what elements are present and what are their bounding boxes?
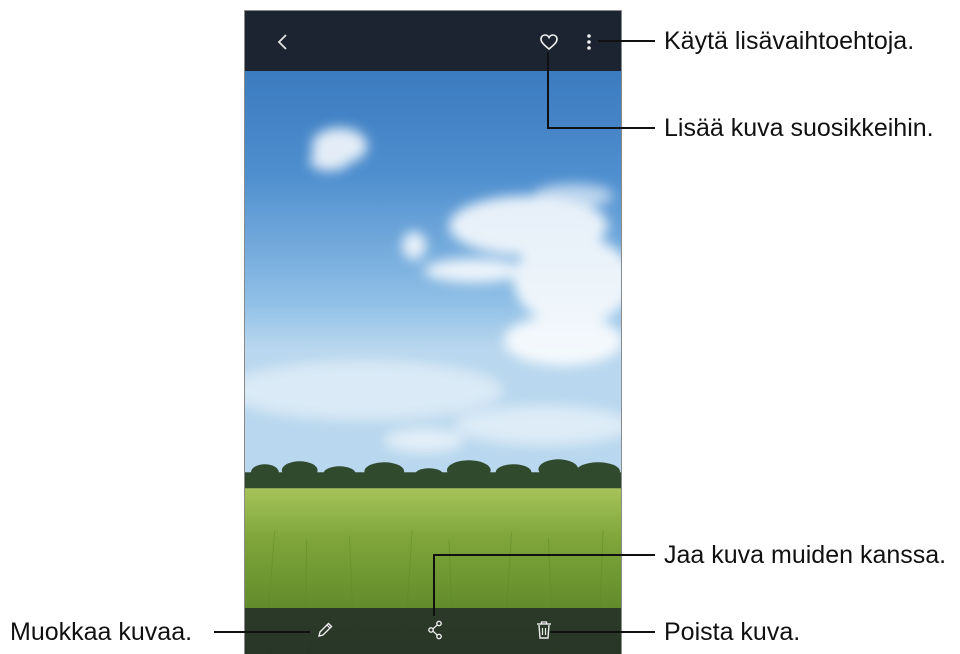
callout-edit: Muokkaa kuvaa. bbox=[10, 618, 193, 646]
callout-add-favorite: Lisää kuva suosikkeihin. bbox=[664, 114, 934, 142]
more-vertical-icon[interactable] bbox=[585, 33, 593, 51]
callout-share: Jaa kuva muiden kanssa. bbox=[664, 541, 947, 569]
pencil-icon[interactable] bbox=[316, 621, 334, 639]
share-icon[interactable] bbox=[427, 620, 443, 640]
trash-icon[interactable] bbox=[535, 620, 553, 640]
chevron-left-icon[interactable] bbox=[275, 33, 291, 51]
top-toolbar bbox=[245, 11, 621, 71]
heart-outline-icon[interactable] bbox=[539, 33, 559, 51]
callout-more-options: Käytä lisävaihtoehtoja. bbox=[664, 27, 915, 55]
callout-delete: Poista kuva. bbox=[664, 618, 801, 646]
landscape-photo bbox=[245, 11, 621, 654]
phone-screen bbox=[244, 10, 622, 654]
bottom-toolbar bbox=[245, 608, 621, 654]
